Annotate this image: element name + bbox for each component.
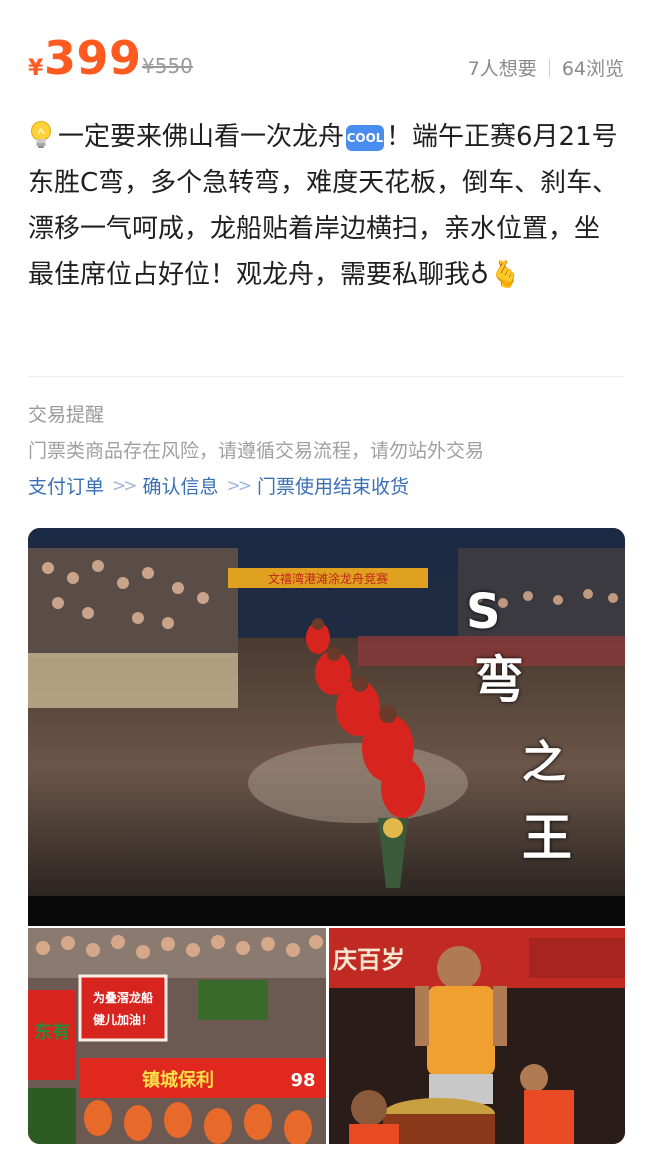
cool-badge-icon: COOL [346, 125, 385, 151]
currency-symbol: ¥ [28, 56, 44, 81]
drummer-image: 庆百岁 [329, 928, 625, 1144]
photo-bottom-right[interactable]: 庆百岁 [329, 928, 625, 1144]
trade-steps: 支付订单 >> 确认信息 >> 门票使用结束收货 [28, 472, 409, 499]
photo-bottom-left[interactable]: 东有 为叠滘龙船 健儿加油！ 镇城保利 98 [28, 928, 326, 1144]
description-text-1: 一定要来佛山看一次龙舟 [58, 122, 345, 152]
stats-divider [548, 58, 550, 77]
overlay-text-wang: 王 [522, 809, 572, 867]
listing-stats: 7人想要 64浏览 [468, 54, 624, 81]
section-divider [28, 376, 624, 377]
trade-tip-title: 交易提醒 [28, 404, 105, 426]
view-count: 64浏览 [561, 58, 624, 80]
step-confirm-info[interactable]: 确认信息 [143, 472, 219, 499]
overlay-text-s: S [466, 584, 501, 640]
price-row: ¥ 399 ¥550 7人想要 64浏览 [28, 30, 624, 86]
overlay-text-wan: 弯 [474, 651, 524, 709]
light-bulb-icon [31, 121, 51, 148]
banner-left-text-1: 为叠滘龙船 [93, 990, 153, 1005]
banner-right-text: 庆百岁 [333, 946, 405, 974]
banner-top-text: 文禧湾港滩涂龙舟竞赛 [268, 571, 388, 586]
banner-number-text: 98 [290, 1070, 315, 1091]
overlay-text-zhi: 之 [522, 737, 566, 788]
current-price: 399 [44, 31, 142, 85]
step-pay-order[interactable]: 支付订单 [28, 472, 104, 499]
crowd-banner-image: 东有 为叠滘龙船 健儿加油！ 镇城保利 98 [28, 928, 326, 1144]
finger-heart-icon: 🫰 [489, 260, 522, 290]
step-receive-goods[interactable]: 门票使用结束收货 [257, 472, 409, 499]
double-chevron-icon: >> [226, 475, 252, 496]
banner-left-small-text: 东有 [34, 1021, 70, 1043]
want-count: 7人想要 [467, 58, 537, 80]
item-description: 一定要来佛山看一次龙舟 COOL！端午正赛6月21号东胜C弯，多个急转弯，难度天花… [28, 114, 622, 298]
banner-left-text-2: 健儿加油！ [93, 1012, 153, 1027]
trade-tip-text: 门票类商品存在风险，请遵循交易流程，请勿站外交易 [28, 440, 485, 462]
double-chevron-icon: >> [112, 475, 137, 496]
banner-bottom-text: 镇城保利 [142, 1069, 214, 1091]
original-price: ¥550 [142, 54, 193, 78]
